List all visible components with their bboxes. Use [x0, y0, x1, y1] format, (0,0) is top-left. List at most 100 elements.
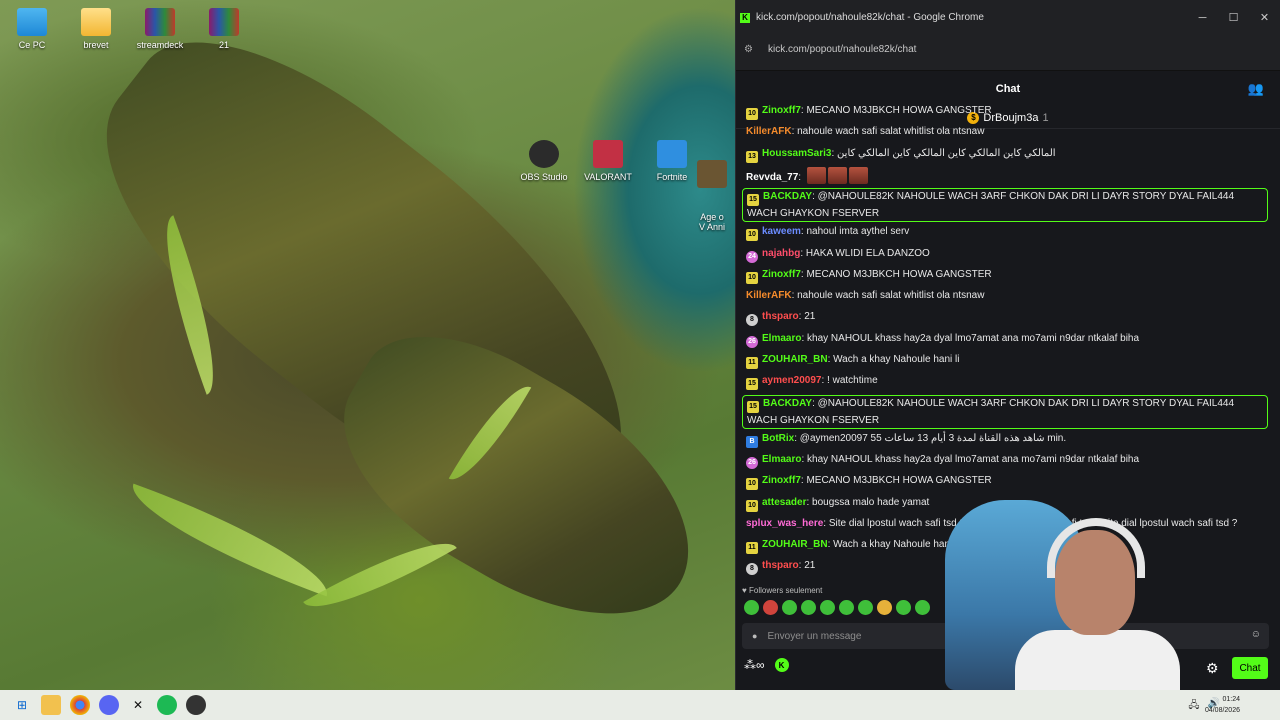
- emoji-picker-icon[interactable]: ☺: [1251, 629, 1261, 640]
- desktop-icon-label: streamdeck: [136, 40, 184, 50]
- desktop-icon-obs[interactable]: OBS Studio: [509, 140, 579, 182]
- emote-icon[interactable]: [820, 600, 835, 615]
- desktop-icon-valorant[interactable]: VALORANT: [573, 140, 643, 182]
- valorant-icon: [593, 140, 623, 168]
- webcam-overlay: [935, 490, 1180, 690]
- emote-icon[interactable]: [896, 600, 911, 615]
- chat-username[interactable]: BACKDAY: [763, 191, 812, 202]
- chat-message-text: : @NAHOULE82K NAHOULE WACH 3ARF CHKON DA…: [747, 191, 1235, 220]
- chat-message[interactable]: KillerAFK: nahoule wach safi salat whitl…: [746, 288, 1266, 303]
- chat-message[interactable]: 26 Elmaaro: khay NAHOUL khass hay2a dyal …: [746, 331, 1266, 348]
- kick-points-icon[interactable]: K: [774, 658, 789, 672]
- folder-icon: [81, 8, 111, 36]
- chat-username[interactable]: Elmaaro: [762, 454, 801, 465]
- window-title: kick.com/popout/nahoule82k/chat - Google…: [756, 12, 984, 23]
- chat-message-text: : المالكي كاين المالكي كاين المالكي كاين…: [831, 147, 1056, 159]
- spotify-icon[interactable]: [157, 695, 177, 715]
- chat-settings-icon[interactable]: ⚙: [1206, 660, 1219, 677]
- windows-start-icon[interactable]: ⊞: [12, 695, 32, 715]
- chat-message[interactable]: 24 najahbg: HAKA WLIDI ELA DANZOO: [746, 246, 1266, 263]
- chat-username[interactable]: KillerAFK: [746, 290, 792, 301]
- obs-taskbar-icon[interactable]: [186, 695, 206, 715]
- chat-username[interactable]: aymen20097: [762, 375, 822, 386]
- chat-message[interactable]: 10 kaweem: nahoul imta aythel serv: [746, 224, 1266, 242]
- chat-message[interactable]: 10 Zinoxff7: MECANO M3JBKCH HOWA GANGSTER: [746, 103, 1266, 120]
- chat-bottom-bar: ⁂∞ K: [744, 658, 789, 672]
- emote-icon[interactable]: [763, 600, 778, 615]
- chat-username[interactable]: thsparo: [762, 560, 799, 571]
- chat-username[interactable]: splux_was_here: [746, 518, 823, 529]
- chat-message[interactable]: 10 Zinoxff7: MECANO M3JBKCH HOWA GANGSTER: [746, 473, 1266, 491]
- site-info-icon[interactable]: ⚙: [744, 44, 758, 55]
- chat-username[interactable]: Zinoxff7: [762, 475, 801, 486]
- chat-message-text: : @aymen20097 شاهد هذه القناة لمدة 3 أيا…: [794, 432, 1067, 444]
- fortnite-icon: [657, 140, 687, 168]
- chat-mode-icon[interactable]: ●: [752, 631, 757, 641]
- discord-icon[interactable]: [99, 695, 119, 715]
- chat-username[interactable]: BACKDAY: [763, 398, 812, 409]
- desktop-icon-streamdeck[interactable]: streamdeck: [125, 8, 195, 50]
- streamer-body: [1015, 630, 1180, 690]
- network-icon[interactable]: 🖧: [1188, 698, 1199, 715]
- chat-username[interactable]: ZOUHAIR_BN: [762, 539, 828, 550]
- desktop-icon-this-pc[interactable]: Ce PC: [0, 8, 67, 50]
- chat-username[interactable]: Elmaaro: [762, 333, 801, 344]
- emote-icon[interactable]: [858, 600, 873, 615]
- chat-message[interactable]: 13 HoussamSari3: المالكي كاين المالكي كاي…: [746, 146, 1266, 163]
- chat-message-text: : 21: [798, 311, 816, 323]
- emote-icon[interactable]: [915, 600, 930, 615]
- chat-message[interactable]: 8 thsparo: 21: [746, 309, 1266, 327]
- emote-icon[interactable]: [839, 600, 854, 615]
- chat-username[interactable]: attesader: [762, 497, 806, 508]
- emote-icon[interactable]: [782, 600, 797, 615]
- chat-message-text: : nahoul imta aythel serv: [800, 226, 910, 238]
- chat-message[interactable]: 11 ZOUHAIR_BN: Wach a khay Nahoule hani l…: [746, 352, 1266, 369]
- send-chat-button[interactable]: Chat: [1232, 657, 1268, 679]
- chat-message[interactable]: 15 BACKDAY: @NAHOULE82K NAHOULE WACH 3ARF…: [742, 394, 1268, 429]
- desktop-icon-label: Ce PC: [18, 40, 46, 50]
- maximize-button[interactable]: ☐: [1218, 11, 1249, 24]
- chat-message[interactable]: KillerAFK: nahoule wach safi salat whitl…: [746, 124, 1266, 139]
- emote-icon[interactable]: [744, 600, 759, 615]
- emote-icon[interactable]: [801, 600, 816, 615]
- users-icon[interactable]: 👥: [1248, 81, 1264, 97]
- chat-message-text: : Wach a khay Nahoule hani li: [827, 354, 960, 365]
- subscriber-badge: B: [746, 435, 758, 448]
- address-bar[interactable]: ⚙ kick.com/popout/nahoule82k/chat: [736, 29, 1280, 71]
- minimize-button[interactable]: ─: [1187, 12, 1218, 24]
- chat-message[interactable]: B BotRix: @aymen20097 شاهد هذه القناة لمد…: [746, 431, 1266, 448]
- chat-message[interactable]: 26 Elmaaro: khay NAHOUL khass hay2a dyal …: [746, 452, 1266, 469]
- winrar-icon: [209, 8, 239, 36]
- desktop-icon-age-of-empires[interactable]: Age o V Anni: [690, 140, 734, 242]
- taskbar-clock[interactable]: 01:24 04/08/2026: [1205, 694, 1240, 716]
- desktop-icon-label: Age o V Anni: [698, 212, 726, 232]
- chat-username[interactable]: HoussamSari3: [762, 148, 831, 159]
- emote-menu-icon[interactable]: ⁂∞: [744, 658, 765, 672]
- subscriber-badge: 11: [746, 357, 758, 369]
- chat-username[interactable]: Revvda_77: [746, 172, 798, 183]
- chat-username[interactable]: najahbg: [762, 248, 800, 259]
- chat-message[interactable]: 10 Zinoxff7: MECANO M3JBKCH HOWA GANGSTER: [746, 267, 1266, 284]
- chat-message[interactable]: 15 aymen20097: ! watchtime: [746, 373, 1266, 391]
- capcut-icon[interactable]: ✕: [128, 695, 148, 715]
- emote-icon[interactable]: [877, 600, 892, 615]
- desktop-icon-brevet[interactable]: brevet: [61, 8, 131, 50]
- chat-message[interactable]: 15 BACKDAY: @NAHOULE82K NAHOULE WACH 3ARF…: [742, 188, 1268, 223]
- chat-message[interactable]: Revvda_77:: [746, 166, 1266, 185]
- chat-username[interactable]: Zinoxff7: [762, 105, 801, 116]
- chat-username[interactable]: thsparo: [762, 311, 799, 322]
- chat-message-text: : khay NAHOUL khass hay2a dyal lmo7amat …: [801, 332, 1140, 344]
- followers-only-notice: ♥ Followers seulement: [742, 586, 823, 595]
- chat-username[interactable]: BotRix: [762, 433, 794, 444]
- close-button[interactable]: ✕: [1249, 11, 1280, 24]
- file-explorer-icon[interactable]: [41, 695, 61, 715]
- chrome-icon[interactable]: [70, 695, 90, 715]
- wallpaper-leaf: [119, 483, 341, 597]
- chat-username[interactable]: ZOUHAIR_BN: [762, 354, 828, 365]
- chat-message-text: : nahoule wach safi salat whitlist ola n…: [791, 126, 985, 138]
- chat-username[interactable]: kaweem: [762, 226, 801, 237]
- chat-username[interactable]: KillerAFK: [746, 126, 792, 137]
- chat-message-text: : bougssa malo hade yamat: [806, 496, 930, 508]
- chat-username[interactable]: Zinoxff7: [762, 269, 801, 280]
- desktop-icon-21[interactable]: 21: [189, 8, 259, 50]
